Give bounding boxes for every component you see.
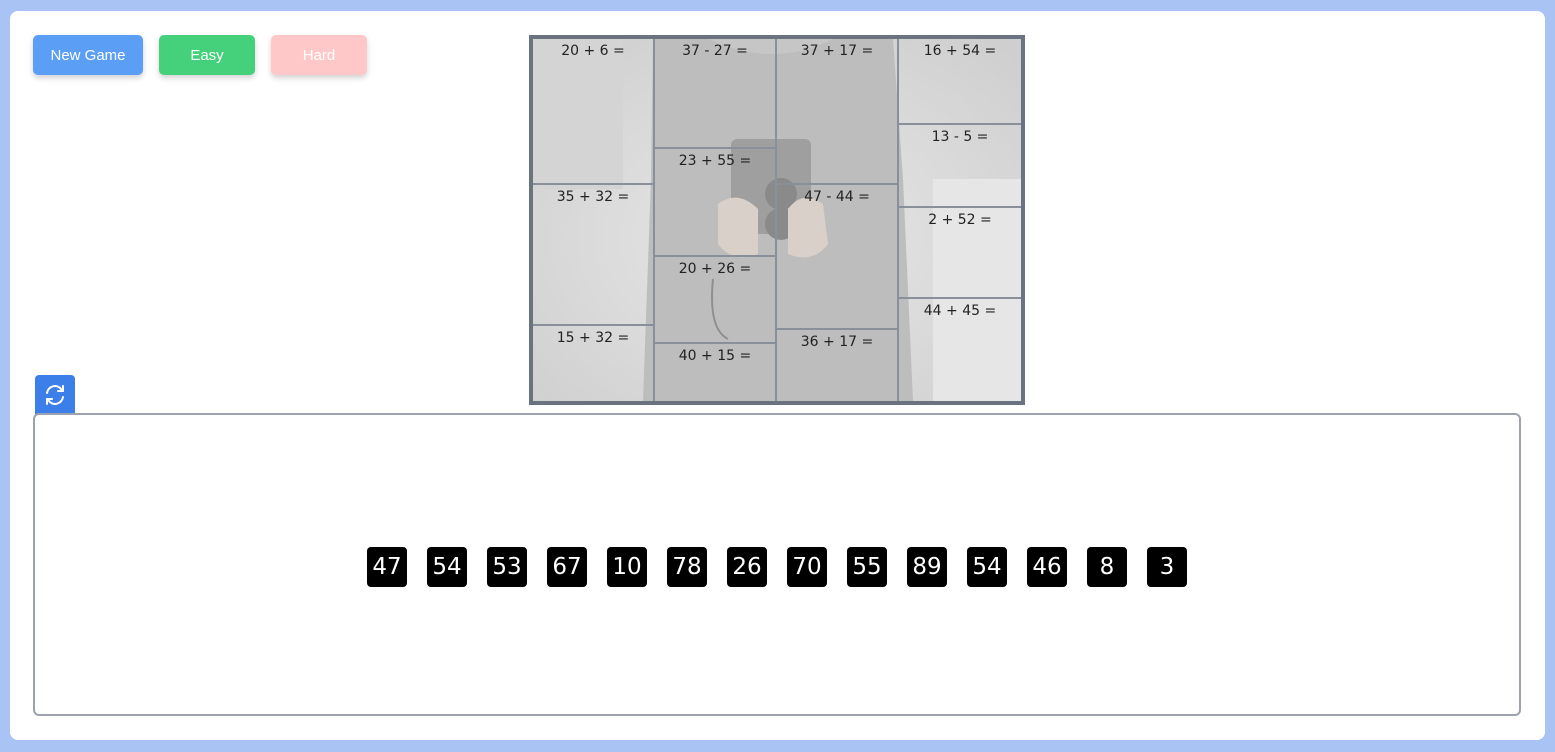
puzzle-board: 20 + 6 = 35 + 32 = 15 + 32 = 37 - 27 = 23 + … <box>529 35 1025 405</box>
puzzle-piece[interactable]: 15 + 32 = <box>533 326 655 401</box>
main-card: New Game Easy Hard 20 + 6 = 35 + 32 = 15 +… <box>10 11 1545 740</box>
puzzle-piece[interactable]: 44 + 45 = <box>899 299 1021 401</box>
answer-tile[interactable]: 67 <box>547 547 587 587</box>
answer-tile[interactable]: 78 <box>667 547 707 587</box>
new-game-button[interactable]: New Game <box>33 35 143 75</box>
puzzle-piece[interactable]: 2 + 52 = <box>899 208 1021 299</box>
puzzle-piece[interactable]: 47 - 44 = <box>777 185 899 330</box>
puzzle-piece[interactable]: 20 + 26 = <box>655 257 777 344</box>
puzzle-piece[interactable]: 20 + 6 = <box>533 39 655 185</box>
puzzle-piece[interactable]: 40 + 15 = <box>655 344 777 401</box>
easy-button[interactable]: Easy <box>159 35 255 75</box>
answer-tile[interactable]: 47 <box>367 547 407 587</box>
answer-tile[interactable]: 26 <box>727 547 767 587</box>
answer-tile[interactable]: 10 <box>607 547 647 587</box>
answer-tile[interactable]: 3 <box>1147 547 1187 587</box>
puzzle-piece[interactable]: 36 + 17 = <box>777 330 899 401</box>
puzzle-piece[interactable]: 23 + 55 = <box>655 149 777 257</box>
puzzle-piece[interactable]: 37 - 27 = <box>655 39 777 149</box>
hard-button[interactable]: Hard <box>271 35 367 75</box>
answer-tile[interactable]: 53 <box>487 547 527 587</box>
puzzle-piece[interactable]: 16 + 54 = <box>899 39 1021 125</box>
answer-tray: 47 54 53 67 10 78 26 70 55 89 54 46 8 3 <box>33 413 1521 716</box>
answer-tile[interactable]: 54 <box>427 547 467 587</box>
puzzle-piece[interactable]: 35 + 32 = <box>533 185 655 326</box>
refresh-icon <box>46 385 64 405</box>
answer-tile[interactable]: 55 <box>847 547 887 587</box>
answer-tile[interactable]: 8 <box>1087 547 1127 587</box>
puzzle-piece[interactable]: 13 - 5 = <box>899 125 1021 208</box>
answer-tile[interactable]: 89 <box>907 547 947 587</box>
answer-tile[interactable]: 70 <box>787 547 827 587</box>
answer-tiles: 47 54 53 67 10 78 26 70 55 89 54 46 8 3 <box>367 547 1187 587</box>
answer-tile[interactable]: 54 <box>967 547 1007 587</box>
puzzle-piece[interactable]: 37 + 17 = <box>777 39 899 185</box>
answer-tile[interactable]: 46 <box>1027 547 1067 587</box>
refresh-tab[interactable] <box>35 375 75 415</box>
